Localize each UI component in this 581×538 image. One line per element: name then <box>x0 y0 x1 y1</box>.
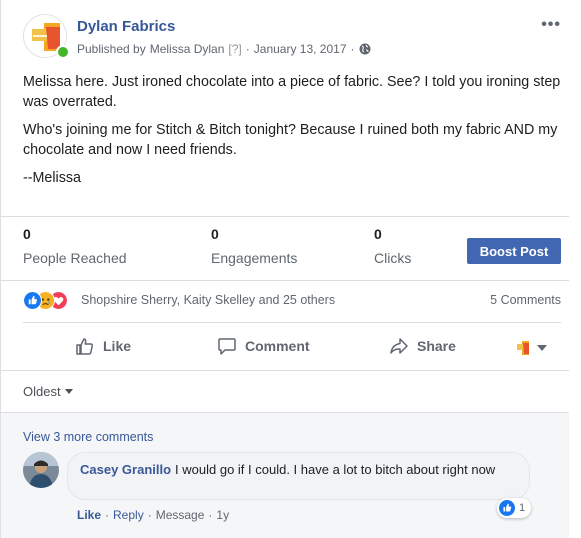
comment-time[interactable]: 1y <box>216 508 229 522</box>
engagements-stat[interactable]: 0 Engagements <box>211 226 297 266</box>
people-reached-label: People Reached <box>23 250 127 266</box>
post-paragraph-2: Who's joining me for Stitch & Bitch toni… <box>23 122 558 158</box>
comment-label: Comment <box>245 338 310 354</box>
post-actions: Like Comment Share <box>23 332 561 364</box>
post-date[interactable]: January 13, 2017 <box>254 42 347 56</box>
commenter-avatar[interactable] <box>23 452 59 488</box>
comment-reaction-value: 1 <box>519 502 526 514</box>
page-name-link[interactable]: Dylan Fabrics <box>77 18 175 35</box>
post-as-page-selector[interactable] <box>515 340 547 356</box>
view-more-comments-link[interactable]: View 3 more comments <box>23 430 153 444</box>
like-reaction-icon <box>499 500 515 516</box>
thumbs-up-icon <box>76 338 94 355</box>
comment-sort-dropdown[interactable]: Oldest <box>23 384 73 399</box>
comment-icon <box>218 338 236 355</box>
dot-separator: · <box>208 508 213 522</box>
engagements-label: Engagements <box>211 250 298 266</box>
comment-sort-label: Oldest <box>23 384 61 399</box>
like-label: Like <box>103 338 132 354</box>
clicks-stat[interactable]: 0 Clicks <box>374 226 411 266</box>
comment-text: I would go if I could. I have a lot to b… <box>175 462 496 477</box>
caret-down-icon <box>64 389 73 394</box>
like-button[interactable]: Like <box>75 336 131 356</box>
avatar-photo <box>23 452 59 488</box>
post-card: Dylan Fabrics Published by Melissa Dylan… <box>0 0 581 538</box>
meta-separator-2: · <box>350 42 355 56</box>
like-reaction-icon <box>23 291 42 310</box>
post-meta: Published by Melissa Dylan [?] · January… <box>77 42 371 56</box>
comment-button[interactable]: Comment <box>217 336 310 356</box>
people-reached-stat[interactable]: 0 People Reached <box>23 226 127 266</box>
online-status-dot <box>56 45 70 59</box>
share-button[interactable]: Share <box>389 336 456 356</box>
people-reached-value: 0 <box>23 226 31 242</box>
reaction-names[interactable]: Shopshire Sherry, Kaity Skelley and 25 o… <box>81 293 335 307</box>
reaction-icons[interactable] <box>23 290 77 310</box>
comment-reaction-count[interactable]: 1 <box>497 498 532 518</box>
published-prefix: Published by <box>77 42 146 56</box>
share-label: Share <box>417 338 456 354</box>
comment-message-link[interactable]: Message <box>156 508 205 522</box>
post-header: Dylan Fabrics Published by Melissa Dylan… <box>23 14 569 62</box>
divider <box>23 322 561 323</box>
comment-like-link[interactable]: Like <box>77 508 101 522</box>
divider <box>1 280 569 281</box>
post-insights: 0 People Reached 0 Engagements 0 Clicks … <box>23 226 569 272</box>
author-name[interactable]: Melissa Dylan <box>150 42 225 56</box>
clicks-label: Clicks <box>374 250 412 266</box>
boost-post-button[interactable]: Boost Post <box>467 238 561 264</box>
meta-separator: · <box>245 42 250 56</box>
post-text: Melissa here. Just ironed chocolate into… <box>23 72 563 196</box>
caret-down-icon <box>537 345 547 351</box>
more-options-icon[interactable]: ••• <box>541 16 561 34</box>
comment-actions: Like · Reply · Message · 1y <box>77 508 229 522</box>
page-logo-icon <box>517 341 529 355</box>
post-paragraph-3: --Melissa <box>23 170 81 186</box>
divider <box>1 370 569 371</box>
share-icon <box>390 338 408 354</box>
clicks-value: 0 <box>374 226 382 242</box>
engagements-value: 0 <box>211 226 219 242</box>
commenter-name[interactable]: Casey Granillo <box>80 462 171 477</box>
comment-bubble: Casey Granillo I would go if I could. I h… <box>67 452 530 500</box>
comment-count[interactable]: 5 Comments <box>490 293 561 307</box>
dot-separator: · <box>147 508 152 522</box>
comment-reply-link[interactable]: Reply <box>113 508 144 522</box>
post-paragraph-1: Melissa here. Just ironed chocolate into… <box>23 74 561 110</box>
divider <box>1 216 569 217</box>
help-marker[interactable]: [?] <box>228 42 241 56</box>
dot-separator: · <box>105 508 110 522</box>
reactions-summary: Shopshire Sherry, Kaity Skelley and 25 o… <box>23 290 561 312</box>
globe-icon[interactable] <box>359 43 371 55</box>
